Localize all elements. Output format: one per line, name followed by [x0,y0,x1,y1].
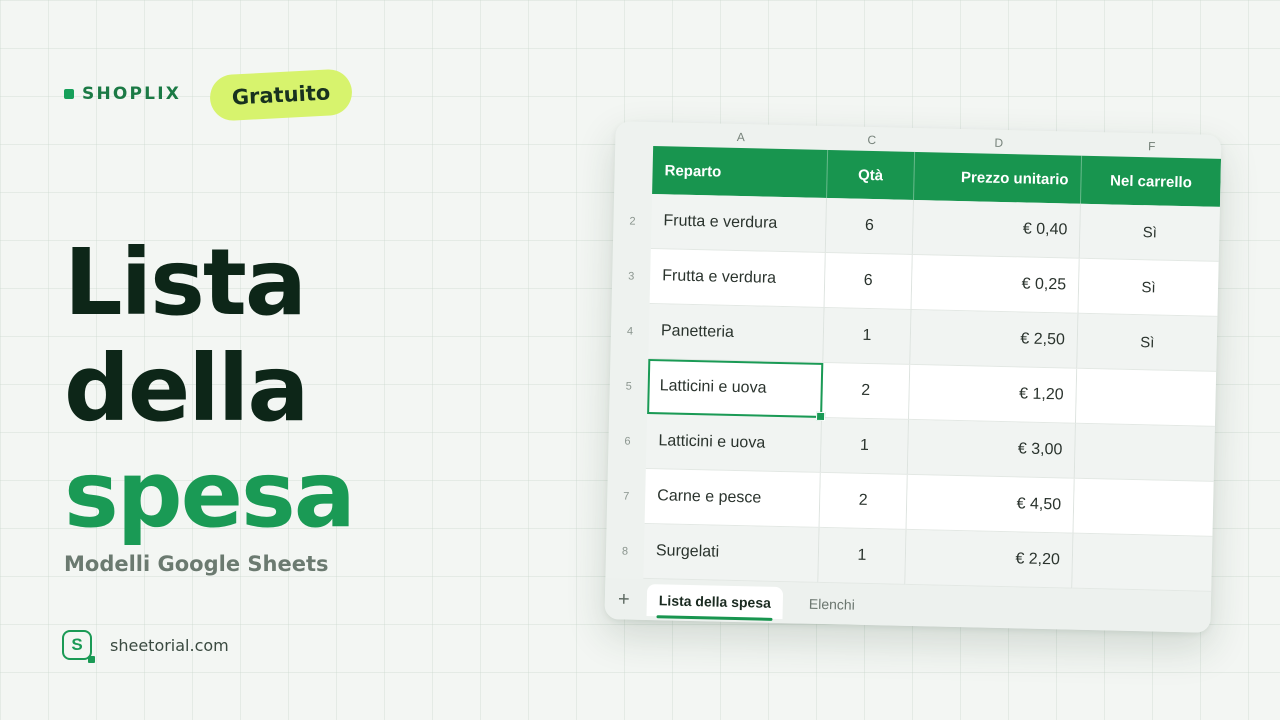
row-number[interactable]: 6 [608,413,647,469]
cell-prezzo[interactable]: € 4,50 [906,474,1075,534]
cell-reparto[interactable]: Carne e pesce [644,468,821,528]
cell-prezzo[interactable]: € 3,00 [907,419,1076,479]
cell-reparto[interactable]: Panetteria [648,304,825,363]
cell-qta[interactable]: 6 [824,252,913,310]
cell-prezzo[interactable]: € 2,50 [910,309,1079,369]
title-line-2: della [64,335,309,442]
page-title: Lista della spesa [64,229,356,548]
row-number[interactable]: 7 [607,468,646,524]
cell-carrello[interactable] [1072,533,1213,592]
row-number[interactable]: 4 [610,303,649,359]
free-badge: Gratuito [208,68,354,122]
cell-carrello[interactable]: Sì [1077,313,1218,372]
cell-reparto[interactable]: Frutta e verdura [650,194,828,253]
header-nel-carrello[interactable]: Nel carrello [1081,156,1221,207]
plus-icon[interactable]: + [605,588,643,610]
cell-reparto-selected[interactable]: Latticini e uova [647,358,824,418]
header-prezzo-unitario[interactable]: Prezzo unitario [914,151,1083,204]
header-qta[interactable]: Qtà [827,150,916,200]
row-number[interactable]: 3 [612,248,651,304]
cell-qta[interactable]: 2 [819,472,908,530]
site-url[interactable]: sheetorial.com [110,636,229,655]
site-link[interactable]: S sheetorial.com [62,630,229,663]
brand-name: SHOPLIX [82,84,182,104]
cell-carrello[interactable] [1074,423,1215,482]
cell-carrello[interactable] [1075,368,1217,427]
cell-qta[interactable]: 2 [822,362,911,420]
cell-qta[interactable]: 6 [825,198,915,255]
cell-prezzo[interactable]: € 2,20 [905,529,1074,589]
cell-carrello[interactable]: Sì [1079,203,1220,262]
cell-reparto[interactable]: Latticini e uova [645,413,823,473]
cell-qta[interactable]: 1 [820,417,910,475]
spreadsheet-preview: A C D F Reparto Qtà Prezzo unitario Nel … [604,121,1222,633]
title-line-1: Lista [64,229,307,336]
cell-carrello[interactable]: Sì [1078,258,1219,317]
cell-prezzo[interactable]: € 1,20 [909,364,1078,424]
header-reparto[interactable]: Reparto [652,146,829,199]
cell-qta[interactable]: 1 [823,307,912,365]
brand: SHOPLIX [64,84,181,104]
row-number[interactable]: 2 [613,193,652,249]
tab-lista-della-spesa[interactable]: Lista della spesa [646,583,784,619]
title-line-3: spesa [64,441,356,548]
row-number[interactable]: 5 [609,358,648,414]
table-body: 2 Frutta e verdura 6 € 0,40 Sì 3 Frutta … [605,193,1220,592]
cell-carrello[interactable] [1073,478,1214,537]
sheetorial-logo-icon: S [62,630,95,663]
column-letter[interactable]: F [1082,134,1221,159]
cell-prezzo[interactable]: € 0,25 [911,254,1080,314]
cell-prezzo[interactable]: € 0,40 [912,199,1081,259]
tab-elenchi[interactable]: Elenchi [797,587,868,621]
subtitle: Modelli Google Sheets [64,552,329,576]
row-number[interactable]: 8 [605,523,644,579]
brand-dot-icon [64,89,74,99]
cell-reparto[interactable]: Surgelati [643,523,820,583]
cell-reparto[interactable]: Frutta e verdura [649,249,826,308]
column-letter[interactable]: C [828,128,915,152]
cell-qta[interactable]: 1 [818,527,907,585]
